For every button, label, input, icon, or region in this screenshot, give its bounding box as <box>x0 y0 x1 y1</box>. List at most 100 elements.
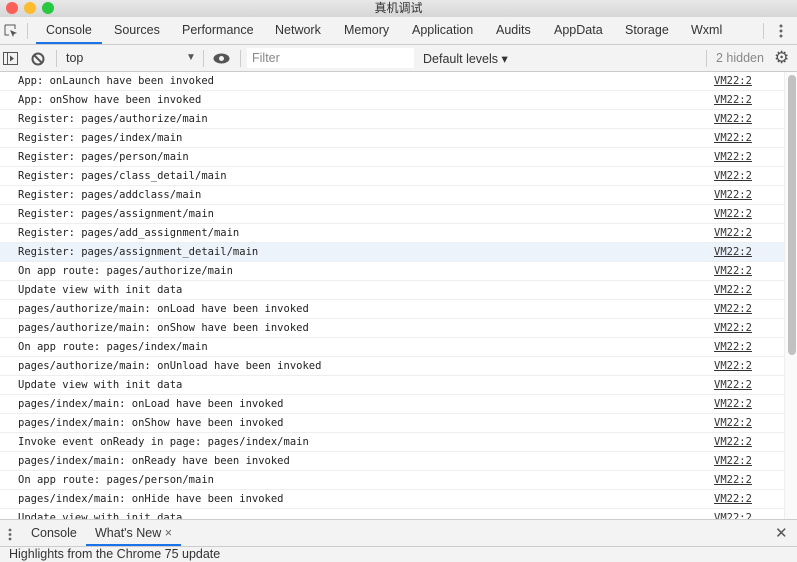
tab-appdata[interactable]: AppData <box>554 17 603 44</box>
settings-gear-icon[interactable]: ⚙ <box>774 48 789 68</box>
log-message: Update view with init data <box>18 284 183 296</box>
log-message: pages/index/main: onHide have been invok… <box>18 493 284 505</box>
log-message: Invoke event onReady in page: pages/inde… <box>18 436 309 448</box>
log-row: Register: pages/assignment/main VM22:2 <box>0 205 784 224</box>
drawer-menu-icon[interactable] <box>8 528 12 541</box>
scrollbar-thumb[interactable] <box>788 75 796 355</box>
drawer-tabbar: Console What's New × ✕ <box>0 519 797 547</box>
tab-wxml[interactable]: Wxml <box>691 17 722 44</box>
log-row: On app route: pages/authorize/main VM22:2 <box>0 262 784 281</box>
log-source-link[interactable]: VM22:2 <box>714 452 752 470</box>
log-source-link[interactable]: VM22:2 <box>714 243 752 261</box>
close-tab-icon[interactable]: × <box>165 526 172 540</box>
log-row: Register: pages/authorize/main VM22:2 <box>0 110 784 129</box>
log-message: pages/authorize/main: onShow have been i… <box>18 322 309 334</box>
log-source-link[interactable]: VM22:2 <box>714 376 752 394</box>
filter-input[interactable]: Filter <box>247 48 414 68</box>
whats-new-highlights: Highlights from the Chrome 75 update <box>9 547 221 561</box>
tab-memory[interactable]: Memory <box>344 17 389 44</box>
minimize-window-button[interactable] <box>24 2 36 14</box>
tab-console[interactable]: Console <box>36 17 102 44</box>
log-source-link[interactable]: VM22:2 <box>714 224 752 242</box>
live-expression-eye-icon[interactable] <box>213 53 230 64</box>
log-message: Register: pages/class_detail/main <box>18 170 227 182</box>
log-message: pages/index/main: onShow have been invok… <box>18 417 284 429</box>
log-source-link[interactable]: VM22:2 <box>714 129 752 147</box>
log-source-link[interactable]: VM22:2 <box>714 509 752 519</box>
log-message: Update view with init data <box>18 512 183 519</box>
log-row: Update view with init data VM22:2 <box>0 376 784 395</box>
log-row: pages/index/main: onReady have been invo… <box>0 452 784 471</box>
log-message: Register: pages/assignment/main <box>18 208 214 220</box>
log-source-link[interactable]: VM22:2 <box>714 319 752 337</box>
close-drawer-icon[interactable]: ✕ <box>775 524 788 542</box>
log-message: App: onLaunch have been invoked <box>18 75 214 87</box>
close-window-button[interactable] <box>6 2 18 14</box>
log-levels-dropdown[interactable]: Default levels ▾ <box>423 51 508 66</box>
log-row: Invoke event onReady in page: pages/inde… <box>0 433 784 452</box>
log-message: On app route: pages/authorize/main <box>18 265 233 277</box>
clear-console-icon[interactable] <box>31 52 45 66</box>
log-row: pages/authorize/main: onUnload have been… <box>0 357 784 376</box>
log-row: Register: pages/assignment_detail/main VM… <box>0 243 784 262</box>
maximize-window-button[interactable] <box>42 2 54 14</box>
log-message: pages/index/main: onReady have been invo… <box>18 455 290 467</box>
drawer-tab-whats-new[interactable]: What's New × <box>86 520 182 546</box>
log-source-link[interactable]: VM22:2 <box>714 338 752 356</box>
log-source-link[interactable]: VM22:2 <box>714 110 752 128</box>
console-scrollbar[interactable] <box>784 72 797 519</box>
log-message: Register: pages/addclass/main <box>18 189 202 201</box>
log-row: pages/index/main: onShow have been invok… <box>0 414 784 433</box>
console-log: App: onLaunch have been invoked VM22:2 App… <box>0 72 784 519</box>
tab-audits[interactable]: Audits <box>496 17 531 44</box>
log-source-link[interactable]: VM22:2 <box>714 281 752 299</box>
log-message: On app route: pages/index/main <box>18 341 208 353</box>
log-source-link[interactable]: VM22:2 <box>714 471 752 489</box>
log-row: Register: pages/add_assignment/main VM22:… <box>0 224 784 243</box>
log-source-link[interactable]: VM22:2 <box>714 300 752 318</box>
log-source-link[interactable]: VM22:2 <box>714 490 752 508</box>
log-row: Update view with init data VM22:2 <box>0 509 784 519</box>
sidebar-toggle-icon[interactable] <box>3 52 18 65</box>
log-source-link[interactable]: VM22:2 <box>714 433 752 451</box>
log-source-link[interactable]: VM22:2 <box>714 395 752 413</box>
log-message: pages/authorize/main: onLoad have been i… <box>18 303 309 315</box>
tab-sources[interactable]: Sources <box>114 17 160 44</box>
devtools-tabbar: Console Sources Performance Network Memo… <box>0 17 797 45</box>
log-row: Register: pages/class_detail/main VM22:2 <box>0 167 784 186</box>
log-source-link[interactable]: VM22:2 <box>714 414 752 432</box>
log-row: On app route: pages/index/main VM22:2 <box>0 338 784 357</box>
log-row: Register: pages/index/main VM22:2 <box>0 129 784 148</box>
log-message: Register: pages/person/main <box>18 151 189 163</box>
log-message: Register: pages/index/main <box>18 132 183 144</box>
context-select[interactable]: top <box>66 51 83 65</box>
log-source-link[interactable]: VM22:2 <box>714 205 752 223</box>
log-message: Register: pages/assignment_detail/main <box>18 246 259 258</box>
tab-application[interactable]: Application <box>412 17 473 44</box>
log-source-link[interactable]: VM22:2 <box>714 72 752 90</box>
inspect-element-icon[interactable] <box>4 24 18 38</box>
context-dropdown-arrow-icon[interactable]: ▼ <box>186 52 196 63</box>
drawer-tab-console[interactable]: Console <box>31 520 77 547</box>
log-row: Update view with init data VM22:2 <box>0 281 784 300</box>
tab-storage[interactable]: Storage <box>625 17 669 44</box>
log-source-link[interactable]: VM22:2 <box>714 357 752 375</box>
log-source-link[interactable]: VM22:2 <box>714 167 752 185</box>
log-message: Update view with init data <box>18 379 183 391</box>
tab-performance[interactable]: Performance <box>182 17 254 44</box>
window-titlebar: 真机调试 <box>0 0 797 17</box>
log-message: On app route: pages/person/main <box>18 474 214 486</box>
log-row: pages/authorize/main: onShow have been i… <box>0 319 784 338</box>
log-source-link[interactable]: VM22:2 <box>714 186 752 204</box>
more-options-icon[interactable] <box>779 24 783 38</box>
tab-network[interactable]: Network <box>275 17 321 44</box>
log-source-link[interactable]: VM22:2 <box>714 91 752 109</box>
whats-new-panel: Highlights from the Chrome 75 update <box>0 547 797 562</box>
log-row: On app route: pages/person/main VM22:2 <box>0 471 784 490</box>
log-source-link[interactable]: VM22:2 <box>714 262 752 280</box>
log-message: App: onShow have been invoked <box>18 94 202 106</box>
log-source-link[interactable]: VM22:2 <box>714 148 752 166</box>
window-title: 真机调试 <box>374 1 423 15</box>
log-row: App: onLaunch have been invoked VM22:2 <box>0 72 784 91</box>
log-row: App: onShow have been invoked VM22:2 <box>0 91 784 110</box>
